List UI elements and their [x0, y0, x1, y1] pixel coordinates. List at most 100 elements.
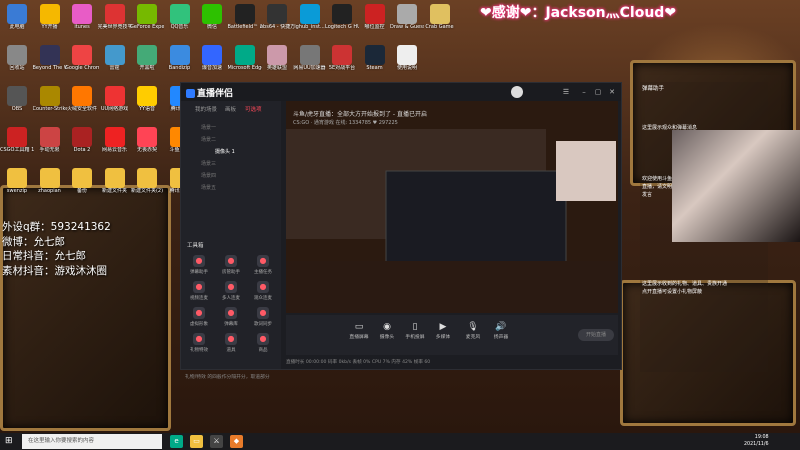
douyin-text: 日常抖音：允七郎	[2, 250, 86, 262]
desktop-icon[interactable]: 此电脑	[0, 4, 34, 30]
desktop-icon[interactable]: YY语音	[130, 86, 164, 112]
desktop-icon[interactable]: Google Chrome	[65, 45, 99, 71]
tool-item[interactable]: ● 弹幕库	[217, 307, 245, 327]
maximize-button[interactable]: ▢	[593, 87, 603, 97]
system-clock[interactable]: 19:08 2021/11/6	[744, 434, 769, 448]
desktop-icon[interactable]: Dota 2	[65, 127, 99, 153]
tool-icon: ●	[225, 333, 237, 345]
explorer-taskbar-icon[interactable]: ▭	[190, 435, 203, 448]
desktop-icon[interactable]: 备份	[65, 168, 99, 194]
desktop-icon[interactable]: Beyond The Wire Sour...	[33, 45, 67, 71]
microphone-button[interactable]: 🎙 麦克风	[460, 321, 486, 340]
camera-button[interactable]: ◉ 摄像头	[374, 321, 400, 340]
desktop-icon[interactable]: QQ音乐	[163, 4, 197, 30]
scene-item[interactable]: 场景三	[185, 159, 293, 169]
start-stream-button[interactable]: 开始直播	[578, 329, 614, 341]
scene-item[interactable]: 场景二	[185, 135, 293, 145]
desktop-icon[interactable]: zhaopian	[33, 168, 67, 194]
tool-label: 弹幕库	[224, 322, 238, 327]
desktop-icon[interactable]: 手动无限	[33, 127, 67, 153]
tool-item[interactable]: ● 虚拟形象	[185, 307, 213, 327]
tool-item[interactable]: ● 观众连麦	[249, 281, 277, 301]
desktop-icon[interactable]: 无畏赤契	[130, 127, 164, 153]
perfectworld-icon	[104, 4, 125, 24]
desktop-icon[interactable]: Microsoft Edge	[228, 45, 262, 71]
desktop-icon[interactable]: 网易UU加速器	[293, 45, 327, 71]
desktop-icon[interactable]: 使用说明	[390, 45, 424, 71]
desktop-icon[interactable]: Bandizip	[163, 45, 197, 71]
desktop-icon-label: 网易UU加速器	[293, 65, 326, 71]
scene-item[interactable]: 场景五	[185, 183, 293, 193]
tab-options[interactable]: 可选项	[245, 105, 262, 113]
tool-item[interactable]: ● 房管助手	[217, 255, 245, 275]
screen-capture-button[interactable]: ▭ 直播屏幕	[346, 321, 372, 340]
minimize-button[interactable]: –	[579, 87, 589, 97]
speaker-button[interactable]: 🔊 扬声器	[488, 321, 514, 340]
desktop-icon[interactable]: obs64 - 快捷方式	[260, 4, 294, 30]
taskbar-search[interactable]: 在这里输入你要搜索的内容	[22, 434, 162, 449]
close-button[interactable]: ✕	[607, 87, 617, 97]
phone-cast-button[interactable]: ▯ 手机投屏	[402, 321, 428, 340]
desktop-icon-label: itunes	[74, 24, 90, 30]
desktop-icon[interactable]: Draw & Guess	[390, 4, 424, 30]
tab-my-scenes[interactable]: 我的场景	[195, 105, 217, 113]
tool-item[interactable]: ● 商品	[249, 333, 277, 353]
desktop-icon[interactable]: 雷霆	[98, 45, 132, 71]
tool-item[interactable]: ● 道具	[217, 333, 245, 353]
tool-item[interactable]: ● 主播任务	[249, 255, 277, 275]
uu-icon	[299, 45, 320, 65]
desktop-icon[interactable]: Crab Game	[423, 4, 457, 30]
tool-item[interactable]: ● 弹幕助手	[185, 255, 213, 275]
desktop-icon[interactable]: swenzip	[0, 168, 34, 194]
desktop-icon[interactable]: 新建文件夹	[98, 168, 132, 194]
desktop-icon-label: 手动无限	[39, 147, 60, 153]
ghub-icon	[332, 4, 352, 24]
desktop-icon[interactable]: 完美世界竞技平台	[98, 4, 132, 30]
tool-label: 观众连麦	[254, 296, 272, 301]
stream-preview[interactable]	[286, 101, 618, 313]
desktop-icon[interactable]: 英雄联盟	[260, 45, 294, 71]
tool-item[interactable]: ● 礼物特效	[185, 333, 213, 353]
game-taskbar-icon[interactable]: ⚔	[210, 435, 223, 448]
desktop-icon[interactable]: GeForce Experience	[130, 4, 164, 30]
desktop-icon[interactable]: 微信	[195, 4, 229, 30]
desktop-icon[interactable]: itunes	[65, 4, 99, 30]
dota-icon	[72, 127, 92, 147]
scene-item[interactable]: 场景一	[185, 123, 293, 133]
desktop-icon[interactable]: 网易云音乐	[98, 127, 132, 153]
desktop-icon[interactable]: lghub_inst...	[293, 4, 327, 30]
desktop-icon[interactable]: 哪位监控	[358, 4, 392, 30]
desktop-icon[interactable]: 火绒安全软件	[65, 86, 99, 112]
desktop-icon[interactable]: 爆音加速	[195, 45, 229, 71]
desktop-icon[interactable]: UU网络游戏	[98, 86, 132, 112]
tool-icon: ●	[257, 255, 269, 267]
menu-icon[interactable]: ☰	[561, 87, 571, 97]
media-button[interactable]: ▶ 多媒体	[430, 321, 456, 340]
companion-taskbar-icon[interactable]: ◆	[230, 435, 243, 448]
desktop-icon[interactable]: OBS	[0, 86, 34, 112]
tool-label: 礼物特效	[190, 348, 208, 353]
scene-item[interactable]: 场景四	[185, 171, 293, 181]
tool-item[interactable]: ● 多人连麦	[217, 281, 245, 301]
avatar[interactable]	[511, 86, 523, 98]
desktop-icon[interactable]: 新建文件夹(2)	[130, 168, 164, 194]
desktop-icon-label: Bandizip	[168, 65, 191, 71]
desktop-icon[interactable]: Steam	[358, 45, 392, 71]
tool-item[interactable]: ● 视频连麦	[185, 281, 213, 301]
desktop-icon[interactable]: 回收站	[0, 45, 34, 71]
desktop-icon[interactable]: Counter-Strike Global Off...	[33, 86, 67, 112]
tool-item[interactable]: ● 歌词同步	[249, 307, 277, 327]
tab-canvas[interactable]: 画板	[225, 105, 236, 113]
desktop-icon-label: 5E对战平台	[328, 65, 356, 71]
desktop-icon[interactable]: Logitech G HUB	[325, 4, 359, 30]
desktop-icon[interactable]: Battlefield™ 2042 Ope...	[228, 4, 262, 30]
windows-start-icon[interactable]: ⊞	[5, 436, 16, 447]
edge-taskbar-icon[interactable]: e	[170, 435, 183, 448]
folder2-icon	[72, 168, 92, 188]
desktop-icon[interactable]: YY开播	[33, 4, 67, 30]
valorant-icon	[137, 127, 157, 147]
tool-icon: ●	[193, 307, 205, 319]
desktop-icon[interactable]: 5E对战平台	[325, 45, 359, 71]
desktop-icon[interactable]: 开黑啦	[130, 45, 164, 71]
desktop-icon[interactable]: CSGO工具箱 1.0.3 (1)	[0, 127, 34, 153]
